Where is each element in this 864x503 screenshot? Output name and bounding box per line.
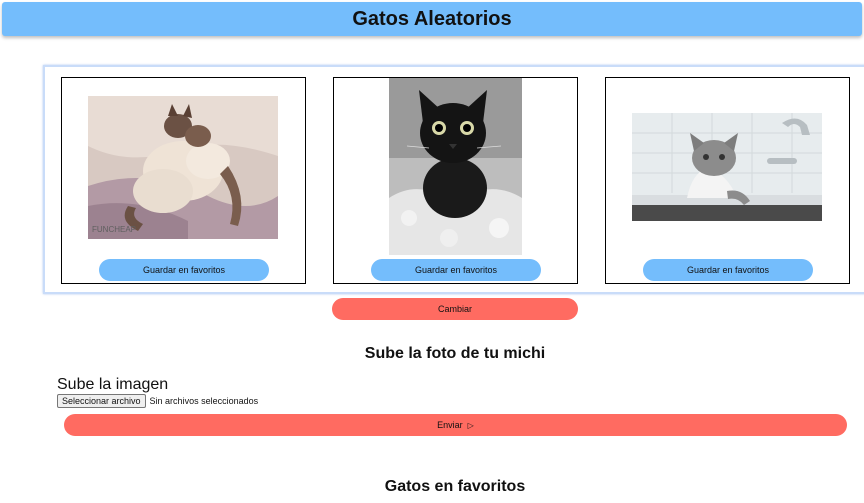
app-header: Gatos Aleatorios	[2, 2, 862, 36]
page-title: Gatos Aleatorios	[352, 7, 512, 30]
save-favorite-button-1[interactable]: Guardar en favoritos	[99, 259, 269, 281]
image-watermark: FUNCHEAP	[92, 225, 136, 234]
send-icon: ▷	[467, 420, 474, 430]
cat-card-1: FUNCHEAP Guardar en favoritos	[61, 77, 306, 284]
file-status: Sin archivos seleccionados	[149, 396, 259, 406]
random-cats-gallery: FUNCHEAP Guardar en favoritos Guardar en…	[43, 65, 864, 294]
cat-image-1: FUNCHEAP	[88, 96, 278, 239]
upload-section-title: Sube la foto de tu michi	[364, 345, 546, 362]
favorites-section-title: Gatos en favoritos	[384, 478, 526, 495]
cat-image-2	[389, 78, 522, 255]
cat-image-3	[632, 113, 822, 221]
send-button[interactable]: Enviar ▷	[64, 414, 847, 436]
send-button-label: Enviar	[437, 420, 463, 430]
save-favorite-button-2[interactable]: Guardar en favoritos	[371, 259, 541, 281]
save-favorite-button-3[interactable]: Guardar en favoritos	[643, 259, 813, 281]
cat-card-2: Guardar en favoritos	[333, 77, 578, 284]
upload-label: Sube la imagen	[57, 376, 169, 393]
cat-card-3: Guardar en favoritos	[605, 77, 850, 284]
file-input[interactable]: Seleccionar archivo Sin archivos selecci…	[57, 394, 258, 408]
choose-file-button[interactable]: Seleccionar archivo	[57, 394, 146, 408]
change-cats-button[interactable]: Cambiar	[332, 298, 578, 320]
